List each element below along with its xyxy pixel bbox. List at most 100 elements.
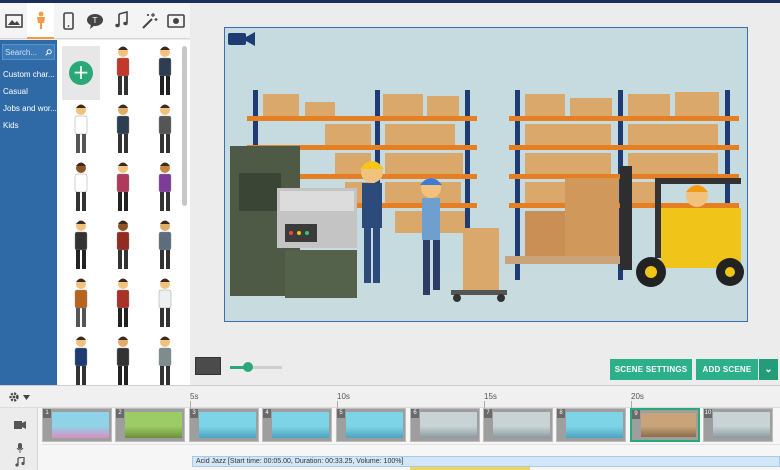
pallet: [505, 256, 625, 264]
scene-settings-button[interactable]: SCENE SETTINGS: [610, 359, 692, 380]
tab-video[interactable]: [162, 3, 189, 39]
character-thumbnail[interactable]: [104, 336, 142, 392]
category-sidebar: Custom char... Casual Jobs and wor... Ki…: [0, 40, 57, 385]
tab-text[interactable]: T: [81, 3, 108, 39]
scene-clip[interactable]: 1: [42, 408, 112, 442]
timeline-settings-button[interactable]: [8, 390, 38, 404]
effects-wand-icon: [141, 13, 157, 29]
character-thumbnail[interactable]: [104, 46, 142, 102]
character-thumbnail[interactable]: [104, 220, 142, 276]
add-scene-dropdown-button[interactable]: ⌄: [759, 359, 778, 380]
plus-icon: +: [69, 61, 93, 85]
character-thumbnail[interactable]: [146, 104, 184, 160]
clip-number: 4: [263, 409, 271, 418]
video-icon: [166, 14, 185, 28]
character-thumbnail[interactable]: [104, 162, 142, 218]
preview-thumbnail-button[interactable]: [195, 357, 221, 375]
character-figure: [116, 220, 130, 269]
character-thumbnail[interactable]: [62, 104, 100, 160]
tab-effects[interactable]: [135, 3, 162, 39]
character-figure: [158, 278, 172, 327]
chevron-down-icon: [23, 394, 30, 400]
character-thumbnail[interactable]: [146, 336, 184, 392]
clip-thumbnail: [125, 412, 182, 438]
background-icon: [4, 14, 23, 28]
character-figure: [158, 162, 172, 211]
scene-clip[interactable]: 6: [410, 408, 480, 442]
clip-thumbnail: [641, 413, 696, 437]
character-figure: [74, 278, 88, 327]
tab-music[interactable]: [108, 3, 135, 39]
device-icon: [62, 12, 74, 30]
clip-number: 1: [43, 409, 51, 418]
clip-number: 6: [411, 409, 419, 418]
tab-characters[interactable]: [27, 3, 54, 39]
category-item[interactable]: Custom char...: [0, 66, 57, 83]
character-thumbnail[interactable]: [104, 278, 142, 334]
clip-thumbnail: [566, 412, 623, 438]
character-figure: [74, 162, 88, 211]
scene-clip[interactable]: 3: [189, 408, 259, 442]
microphone-icon: [16, 443, 24, 453]
library-scrollbar[interactable]: [182, 46, 187, 206]
music-track-icon: [15, 457, 25, 467]
character-icon: [36, 11, 45, 29]
character-thumbnail[interactable]: [62, 162, 100, 218]
clip-thumbnail: [493, 412, 550, 438]
tab-backgrounds[interactable]: [0, 3, 27, 39]
character-figure: [158, 104, 172, 153]
clip-thumbnail: [272, 412, 329, 438]
character-thumbnail[interactable]: [146, 46, 184, 102]
character-thumbnail[interactable]: [62, 336, 100, 392]
scene-clip[interactable]: 10: [703, 408, 773, 442]
search-icon[interactable]: [45, 48, 52, 57]
clip-thumbnail: [346, 412, 403, 438]
character-figure: [116, 162, 130, 211]
music-clip[interactable]: Acid Jazz [Start time: 00:05.00, Duratio…: [192, 456, 780, 467]
scene-clip[interactable]: 8: [556, 408, 626, 442]
category-item[interactable]: Kids: [0, 117, 57, 134]
clip-number: 5: [337, 409, 345, 418]
scene-clip[interactable]: 7: [483, 408, 553, 442]
search-box[interactable]: [2, 44, 55, 60]
camera-icon[interactable]: [228, 31, 256, 47]
character-figure: [158, 46, 172, 95]
character-figure: [158, 220, 172, 269]
character-thumbnail[interactable]: [62, 278, 100, 334]
voice-track[interactable]: [42, 444, 780, 455]
character-figure: [116, 278, 130, 327]
tab-devices[interactable]: [54, 3, 81, 39]
zoom-slider[interactable]: [230, 362, 282, 372]
category-item[interactable]: Jobs and wor...: [0, 100, 57, 117]
scene-clip[interactable]: 5: [336, 408, 406, 442]
scene-canvas[interactable]: [224, 27, 748, 322]
add-scene-button[interactable]: ADD SCENE: [696, 359, 758, 380]
character-thumbnail[interactable]: [146, 162, 184, 218]
scene-clip[interactable]: 9: [630, 408, 700, 442]
search-input[interactable]: [5, 47, 45, 57]
character-figure: [158, 336, 172, 385]
character-figure: [74, 104, 88, 153]
scene-clip[interactable]: 2: [115, 408, 185, 442]
track-headers: [0, 408, 38, 470]
clip-thumbnail: [713, 412, 770, 438]
character-figure: [116, 46, 130, 95]
clip-number: 10: [704, 409, 712, 418]
svg-text:T: T: [91, 16, 97, 25]
clip-thumbnail: [52, 412, 109, 438]
character-figure: [74, 336, 88, 385]
asset-tabs: T: [0, 3, 190, 39]
ruler-tick-line: [484, 401, 485, 408]
category-item[interactable]: Casual: [0, 83, 57, 100]
clip-thumbnail: [199, 412, 256, 438]
character-thumbnail[interactable]: [146, 278, 184, 334]
character-thumbnail[interactable]: [146, 220, 184, 276]
app-window: { "toolbar": { "tabs": [ {"icon": "backg…: [0, 0, 780, 470]
scene-clip[interactable]: 4: [262, 408, 332, 442]
ruler-tick-label: 20s: [631, 392, 644, 401]
add-character-button[interactable]: +: [62, 46, 100, 100]
character-figure: [74, 220, 88, 269]
character-thumbnail[interactable]: [104, 104, 142, 160]
video-track: 1 2 3 4 5 6 7 8 9 10: [42, 408, 780, 444]
character-thumbnail[interactable]: [62, 220, 100, 276]
